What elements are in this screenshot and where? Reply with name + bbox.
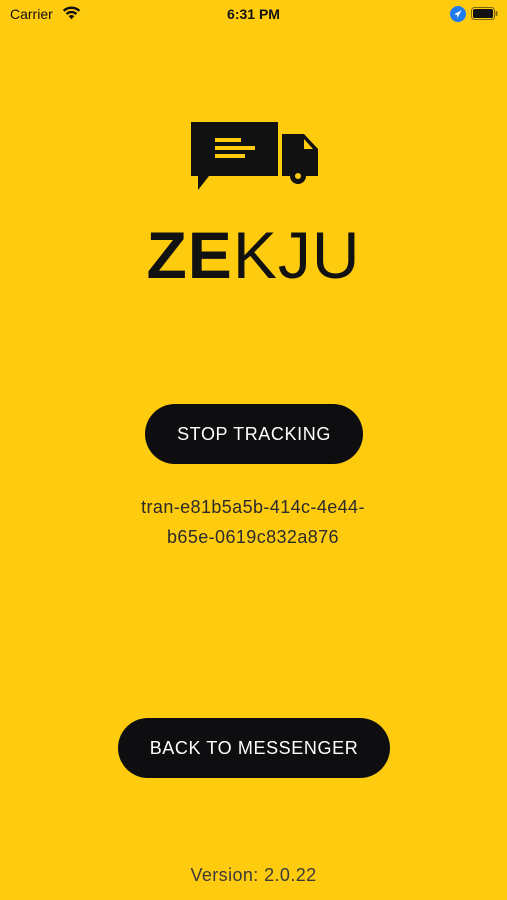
location-icon xyxy=(450,6,466,22)
chat-truck-icon xyxy=(191,122,318,190)
status-bar: Carrier 6:31 PM xyxy=(0,0,507,30)
battery-icon xyxy=(471,7,498,20)
version-label: Version: 2.0.22 xyxy=(190,865,317,885)
wordmark-bold: ZE xyxy=(146,218,233,292)
wordmark-light: KJU xyxy=(232,218,361,292)
tracking-id: tran-e81b5a5b-414c-4e44- b65e-0619c832a8… xyxy=(141,497,365,547)
back-to-messenger-button[interactable]: BACK TO MESSENGER xyxy=(118,718,390,778)
clock: 6:31 PM xyxy=(227,6,280,22)
brand-wordmark: ZEKJU xyxy=(0,222,507,288)
stop-tracking-button[interactable]: STOP TRACKING xyxy=(145,404,363,464)
